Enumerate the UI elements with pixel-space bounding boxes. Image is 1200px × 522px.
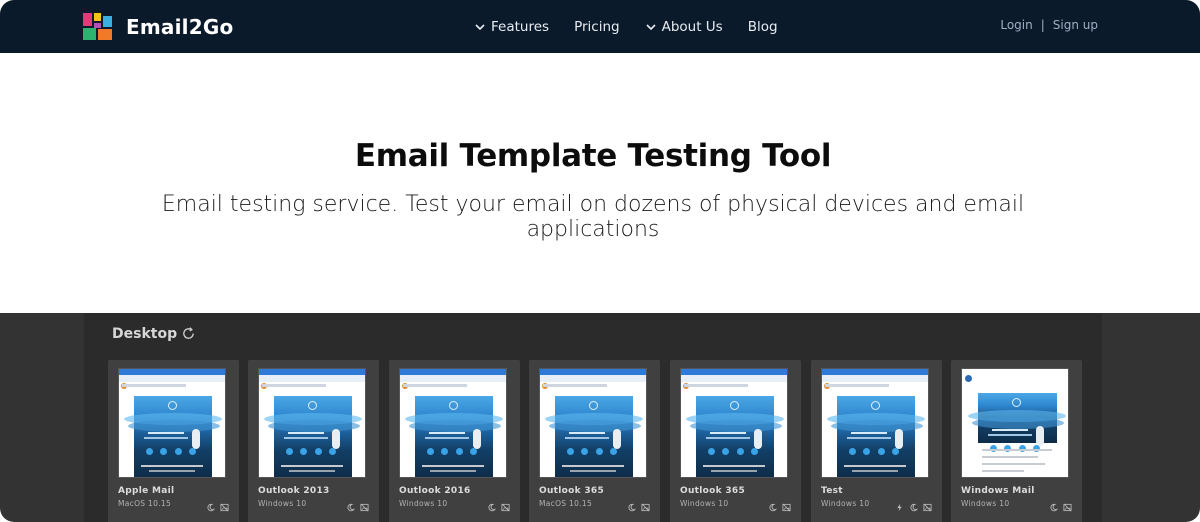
image-off-icon: [360, 497, 369, 512]
nav-item-label: About Us: [661, 18, 723, 35]
client-os: MacOS 10.15: [118, 499, 172, 508]
chevron-down-icon: [475, 23, 485, 30]
brand-name: Email2Go: [126, 14, 234, 39]
section-title-desktop: Desktop: [112, 326, 178, 342]
auth-links: Login | Sign up: [1000, 18, 1098, 32]
client-card[interactable]: Outlook 365 Windows 10: [670, 360, 801, 522]
client-status-icons: [482, 497, 510, 512]
moon-icon: [768, 497, 778, 512]
moon-icon: [1049, 497, 1059, 512]
chevron-down-icon: [646, 23, 656, 30]
client-card[interactable]: Outlook 2016 Windows 10: [389, 360, 520, 522]
email-preview-thumbnail: [961, 368, 1069, 478]
moon-icon: [206, 497, 216, 512]
image-off-icon: [641, 497, 650, 512]
moon-icon: [487, 497, 497, 512]
moon-icon: [346, 497, 356, 512]
image-off-icon: [220, 497, 229, 512]
client-os: Windows 10: [680, 499, 729, 508]
auth-separator: |: [1040, 18, 1045, 32]
image-off-icon: [501, 497, 510, 512]
client-os: Windows 10: [399, 499, 448, 508]
client-card[interactable]: Test Windows 10: [811, 360, 942, 522]
top-navbar: Email2Go Features Pricing About Us Blog …: [0, 0, 1200, 53]
page: Email2Go Features Pricing About Us Blog …: [0, 0, 1200, 522]
image-off-icon: [923, 497, 932, 512]
email-preview-thumbnail: [258, 368, 366, 478]
signup-link[interactable]: Sign up: [1053, 18, 1098, 32]
page-subtitle: Email testing service. Test your email o…: [161, 192, 1025, 242]
client-name: Outlook 2016: [399, 486, 471, 496]
client-os: Windows 10: [821, 499, 870, 508]
nav-item-label: Pricing: [574, 18, 620, 35]
client-card[interactable]: Outlook 2013 Windows 10: [248, 360, 379, 522]
moon-icon: [909, 497, 919, 512]
client-card[interactable]: Windows Mail Windows 10: [951, 360, 1082, 522]
client-name: Outlook 365: [539, 486, 605, 496]
client-card[interactable]: Apple Mail MacOS 10.15: [108, 360, 239, 522]
email-preview-thumbnail: [680, 368, 788, 478]
email-preview-thumbnail: [118, 368, 226, 478]
logo-mark-icon: [83, 13, 112, 40]
nav-item-features[interactable]: Features: [474, 19, 549, 35]
client-status-icons: [622, 497, 650, 512]
email-preview-thumbnail: [821, 368, 929, 478]
client-name: Windows Mail: [961, 486, 1035, 496]
nav-item-pricing[interactable]: Pricing: [574, 19, 620, 35]
client-name: Test: [821, 486, 843, 496]
image-off-icon: [1063, 497, 1072, 512]
nav-item-label: Features: [491, 18, 550, 35]
client-os: MacOS 10.15: [539, 499, 593, 508]
nav-item-blog[interactable]: Blog: [748, 19, 778, 35]
client-card[interactable]: Outlook 365 MacOS 10.15: [529, 360, 660, 522]
client-name: Outlook 365: [680, 486, 746, 496]
client-status-icons: [341, 497, 369, 512]
client-os: Windows 10: [258, 499, 307, 508]
client-status-icons: [201, 497, 229, 512]
client-status-icons: [890, 497, 932, 512]
nav-item-label: Blog: [747, 18, 778, 35]
nav-links: Features Pricing About Us Blog: [474, 0, 803, 53]
image-off-icon: [782, 497, 791, 512]
nav-item-about-us[interactable]: About Us: [645, 19, 723, 35]
email-preview-thumbnail: [399, 368, 507, 478]
refresh-icon[interactable]: [181, 326, 196, 341]
client-os: Windows 10: [961, 499, 1010, 508]
email-preview-thumbnail: [539, 368, 647, 478]
client-status-icons: [763, 497, 791, 512]
client-name: Outlook 2013: [258, 486, 330, 496]
bolt-icon: [895, 497, 904, 512]
moon-icon: [627, 497, 637, 512]
page-title: Email Template Testing Tool: [354, 138, 832, 174]
brand-logo[interactable]: Email2Go: [83, 13, 233, 40]
client-name: Apple Mail: [118, 486, 175, 496]
login-link[interactable]: Login: [1000, 18, 1032, 32]
client-status-icons: [1044, 497, 1072, 512]
